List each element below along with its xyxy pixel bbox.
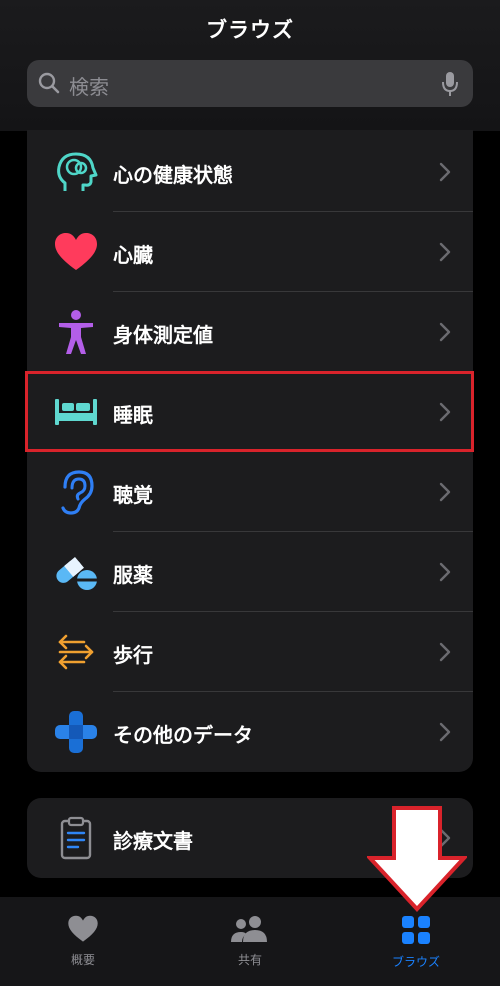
chevron-right-icon [439,722,451,742]
body-figure-icon [51,307,101,357]
category-label: 心の健康状態 [113,163,233,187]
microphone-icon[interactable] [441,71,459,97]
chevron-right-icon [439,322,451,342]
records-label: 診療文書 [113,829,193,853]
grid-icon [402,916,430,944]
category-label: 服薬 [113,563,153,587]
browse-categories-list: 心の健康状態 心臓 身体測定値 睡眠 聴覚 服薬 歩行 その他のデータ [27,130,473,772]
category-label: 身体測定値 [113,323,213,347]
clipboard-document-icon [51,813,101,863]
search-icon [38,72,60,94]
head-brain-icon [51,147,101,197]
category-row-walking[interactable]: 歩行 [27,612,473,692]
chevron-right-icon [439,482,451,502]
chevron-right-icon [439,642,451,662]
heart-icon [51,227,101,277]
category-row-mental-health[interactable]: 心の健康状態 [27,132,473,212]
chevron-right-icon [439,402,451,422]
plus-cross-icon [51,707,101,757]
header: ブラウズ 検索 [0,0,500,131]
people-icon [231,916,267,942]
tab-label: 共有 [237,953,262,967]
category-label: 歩行 [113,643,153,667]
heart-icon [68,915,98,942]
category-row-medications[interactable]: 服薬 [27,532,473,612]
tab-summary[interactable]: 概要 [33,915,133,968]
pills-icon [51,547,101,597]
category-row-sleep[interactable]: 睡眠 [27,372,473,452]
category-row-heart[interactable]: 心臓 [27,212,473,292]
tab-browse[interactable]: ブラウズ [366,915,466,970]
tab-sharing[interactable]: 共有 [200,915,300,968]
walking-arrows-icon [51,627,101,677]
ear-icon [51,467,101,517]
search-input[interactable]: 検索 [69,71,109,100]
annotation-arrow-down-icon [367,806,467,912]
category-label: 睡眠 [113,403,153,427]
category-label: 聴覚 [113,483,153,507]
page-title: ブラウズ [206,18,294,42]
category-row-body-measurements[interactable]: 身体測定値 [27,292,473,372]
chevron-right-icon [439,242,451,262]
category-row-hearing[interactable]: 聴覚 [27,452,473,532]
search-bar[interactable]: 検索 [27,60,473,107]
tab-label: ブラウズ [391,955,440,969]
chevron-right-icon [439,162,451,182]
bed-icon [51,387,101,437]
category-label: その他のデータ [113,723,253,747]
tab-label: 概要 [70,953,95,967]
chevron-right-icon [439,562,451,582]
category-row-other-data[interactable]: その他のデータ [27,692,473,772]
category-label: 心臓 [113,243,153,267]
